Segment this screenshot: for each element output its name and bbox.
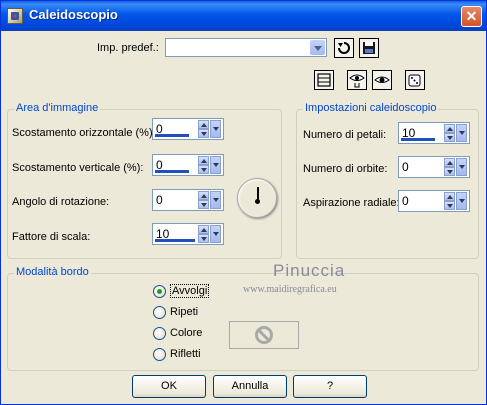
radio-label-repeat: Ripeti bbox=[170, 306, 199, 318]
radio-button[interactable] bbox=[153, 285, 166, 298]
chevron-down-icon[interactable] bbox=[456, 192, 467, 210]
vertical-offset-spinner[interactable]: 0 bbox=[152, 154, 224, 176]
petals-controls bbox=[444, 124, 468, 142]
vertical-offset-bar bbox=[155, 170, 189, 173]
increment-button[interactable] bbox=[198, 156, 209, 165]
rotation-angle-value: 0 bbox=[156, 193, 163, 207]
increment-button[interactable] bbox=[444, 192, 455, 201]
increment-button[interactable] bbox=[198, 225, 209, 234]
scale-factor-spinner[interactable]: 10 bbox=[152, 223, 224, 245]
orbits-spinner[interactable]: 0 bbox=[398, 156, 470, 178]
preview-hand-button[interactable] bbox=[347, 70, 367, 90]
help-button[interactable]: ? bbox=[293, 375, 367, 398]
radial-suction-controls bbox=[444, 192, 468, 210]
save-disk-icon bbox=[363, 42, 375, 54]
decrement-button[interactable] bbox=[198, 165, 209, 174]
rotation-angle-controls bbox=[198, 191, 222, 209]
radio-reflect[interactable]: Rifletti bbox=[153, 347, 233, 363]
orbits-label: Numero di orbite: bbox=[303, 163, 388, 175]
increment-button[interactable] bbox=[198, 120, 209, 129]
app-icon bbox=[7, 8, 23, 24]
title-bar[interactable]: Caleidoscopio ✕ bbox=[1, 1, 486, 31]
decrement-button[interactable] bbox=[444, 201, 455, 210]
no-color-icon bbox=[255, 326, 273, 344]
radio-wrap[interactable]: Avvolgi bbox=[153, 284, 233, 300]
decrement-button[interactable] bbox=[198, 129, 209, 138]
decrement-button[interactable] bbox=[198, 200, 209, 209]
cancel-button[interactable]: Annulla bbox=[213, 375, 287, 398]
petals-label: Numero di petali: bbox=[303, 129, 387, 141]
layout-button[interactable] bbox=[314, 70, 334, 90]
preview-eye-button[interactable] bbox=[372, 70, 392, 90]
horizontal-offset-spinner[interactable]: 0 bbox=[152, 118, 224, 140]
increment-button[interactable] bbox=[444, 158, 455, 167]
orbits-value: 0 bbox=[402, 160, 409, 174]
decrement-button[interactable] bbox=[444, 133, 455, 142]
vertical-offset-controls bbox=[198, 156, 222, 174]
radial-suction-value: 0 bbox=[402, 194, 409, 208]
increment-button[interactable] bbox=[444, 124, 455, 133]
radio-label-reflect: Rifletti bbox=[170, 348, 201, 360]
eye-hand-icon bbox=[349, 74, 365, 88]
save-preset-button[interactable] bbox=[359, 38, 379, 58]
rotation-dial-icon[interactable] bbox=[237, 178, 277, 218]
horizontal-offset-controls bbox=[198, 120, 222, 138]
preset-label: Imp. predef.: bbox=[97, 42, 159, 54]
rotation-angle-label: Angolo di rotazione: bbox=[12, 196, 110, 208]
watermark-name: Pinuccia bbox=[273, 261, 346, 280]
reset-arrow-icon bbox=[338, 42, 350, 54]
scale-factor-label: Fattore di scala: bbox=[12, 231, 91, 243]
randomize-button[interactable] bbox=[405, 70, 425, 90]
radio-color[interactable]: Colore bbox=[153, 326, 233, 342]
border-color-swatch[interactable] bbox=[229, 321, 299, 349]
dice-icon bbox=[408, 74, 421, 87]
watermark-url: www.maidiregrafica.eu bbox=[243, 284, 337, 295]
scale-factor-bar bbox=[155, 239, 195, 242]
chevron-down-icon[interactable] bbox=[210, 120, 221, 138]
chevron-down-icon[interactable] bbox=[456, 158, 467, 176]
kaleido-group-title: Impostazioni caleidoscopio bbox=[303, 102, 439, 114]
dialog-window: Caleidoscopio ✕ Imp. predef.: Area d'imm… bbox=[0, 0, 487, 405]
window-title: Caleidoscopio bbox=[29, 7, 118, 22]
rotation-angle-spinner[interactable]: 0 bbox=[152, 189, 224, 211]
horizontal-offset-bar bbox=[155, 134, 189, 137]
radio-repeat[interactable]: Ripeti bbox=[153, 305, 233, 321]
chevron-down-icon[interactable] bbox=[210, 156, 221, 174]
orbits-controls bbox=[444, 158, 468, 176]
close-button[interactable]: ✕ bbox=[461, 6, 482, 27]
preset-combo[interactable] bbox=[165, 38, 327, 57]
radio-button[interactable] bbox=[153, 306, 166, 319]
increment-button[interactable] bbox=[198, 191, 209, 200]
decrement-button[interactable] bbox=[444, 167, 455, 176]
area-group-title: Area d'immagine bbox=[14, 102, 101, 114]
radio-button[interactable] bbox=[153, 348, 166, 361]
vertical-offset-label: Scostamento verticale (%): bbox=[12, 162, 144, 174]
layout-icon bbox=[317, 73, 331, 87]
decrement-button[interactable] bbox=[198, 234, 209, 243]
eye-icon bbox=[374, 76, 390, 83]
chevron-down-icon[interactable] bbox=[310, 40, 325, 55]
petals-spinner[interactable]: 10 bbox=[398, 122, 470, 144]
radio-label-color: Colore bbox=[170, 327, 203, 339]
radio-label-wrap: Avvolgi bbox=[170, 284, 210, 298]
radio-button[interactable] bbox=[153, 327, 166, 340]
chevron-down-icon[interactable] bbox=[210, 225, 221, 243]
chevron-down-icon[interactable] bbox=[456, 124, 467, 142]
radial-suction-label: Aspirazione radiale: bbox=[303, 197, 400, 209]
radial-suction-spinner[interactable]: 0 bbox=[398, 190, 470, 212]
scale-factor-controls bbox=[198, 225, 222, 243]
petals-bar bbox=[401, 138, 435, 141]
horizontal-offset-label: Scostamento orizzontale (%): bbox=[12, 127, 156, 139]
ok-button[interactable]: OK bbox=[132, 375, 206, 398]
chevron-down-icon[interactable] bbox=[210, 191, 221, 209]
reset-preset-button[interactable] bbox=[334, 38, 354, 58]
border-mode-title: Modalità bordo bbox=[14, 266, 91, 278]
